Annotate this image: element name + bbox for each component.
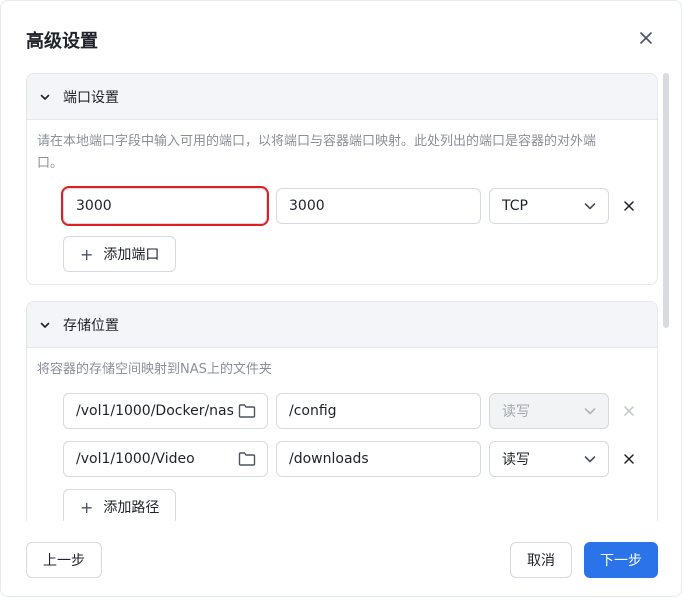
previous-step-button[interactable]: 上一步 xyxy=(26,542,102,578)
close-icon xyxy=(624,201,634,211)
host-path-value: /vol1/1000/Video xyxy=(76,451,195,467)
permission-select[interactable]: 读写 xyxy=(489,441,609,477)
folder-icon[interactable] xyxy=(233,445,261,473)
permission-value: 读写 xyxy=(502,452,530,468)
container-path-input[interactable]: /config xyxy=(276,393,481,429)
container-port-value: 3000 xyxy=(289,198,325,214)
storage-description: 将容器的存储空间映射到NAS上的文件夹 xyxy=(37,362,272,377)
close-icon xyxy=(624,406,634,416)
remove-path-button[interactable] xyxy=(620,450,638,468)
storage-header[interactable]: 存储位置 xyxy=(27,302,657,348)
storage-title: 存储位置 xyxy=(63,317,119,334)
close-icon xyxy=(624,454,634,464)
add-path-button[interactable]: + 添加路径 xyxy=(63,489,177,521)
chevron-down-icon xyxy=(39,318,53,332)
port-settings-description: 请在本地端口字段中输入可用的端口，以将端口与容器端口映射。此处列出的端口是容器的… xyxy=(37,131,637,175)
chevron-down-icon xyxy=(580,196,600,216)
add-port-label: 添加端口 xyxy=(103,247,160,263)
container-path-value: /config xyxy=(289,403,337,419)
host-path-input[interactable]: /vol1/1000/Docker/nasto xyxy=(63,393,268,429)
local-port-value: 3000 xyxy=(76,198,112,214)
chevron-down-icon xyxy=(580,449,600,469)
plus-icon: + xyxy=(80,244,94,264)
port-settings-title: 端口设置 xyxy=(63,89,119,106)
next-step-button[interactable]: 下一步 xyxy=(584,542,658,578)
container-path-value: /downloads xyxy=(289,451,369,467)
add-path-label: 添加路径 xyxy=(103,500,160,516)
protocol-value: TCP xyxy=(502,198,528,214)
advanced-settings-dialog: 高级设置 端口设置 请在本地端口字段中输入可用的端口，以将端口与容器端口映射。此… xyxy=(0,0,682,597)
protocol-select[interactable]: TCP xyxy=(489,188,609,224)
settings-scroll-area[interactable]: 端口设置 请在本地端口字段中输入可用的端口，以将端口与容器端口映射。此处列出的端… xyxy=(1,73,682,521)
close-button[interactable] xyxy=(635,27,657,49)
plus-icon: + xyxy=(80,497,94,517)
remove-path-button[interactable] xyxy=(620,402,638,420)
local-port-input[interactable]: 3000 xyxy=(61,186,269,226)
remove-port-button[interactable] xyxy=(620,197,638,215)
permission-select[interactable]: 读写 xyxy=(489,393,609,429)
add-port-button[interactable]: + 添加端口 xyxy=(63,236,177,272)
host-path-input[interactable]: /vol1/1000/Video xyxy=(63,441,268,477)
chevron-down-icon xyxy=(580,401,600,421)
port-description-line-1: 请在本地端口字段中输入可用的端口，以将端口与容器端口映射。此处列出的端口是容器的… xyxy=(37,134,597,149)
permission-value: 读写 xyxy=(502,404,530,420)
host-path-value: /vol1/1000/Docker/nasto xyxy=(76,403,233,419)
port-settings-header[interactable]: 端口设置 xyxy=(27,74,657,120)
dialog-title: 高级设置 xyxy=(26,31,98,52)
chevron-down-icon xyxy=(39,90,53,104)
port-description-line-2: 口。 xyxy=(37,156,64,171)
container-path-input[interactable]: /downloads xyxy=(276,441,481,477)
container-port-input[interactable]: 3000 xyxy=(276,188,481,224)
cancel-button[interactable]: 取消 xyxy=(510,542,572,578)
scrollbar[interactable] xyxy=(663,73,669,328)
folder-icon[interactable] xyxy=(233,397,261,425)
close-icon xyxy=(640,32,652,44)
